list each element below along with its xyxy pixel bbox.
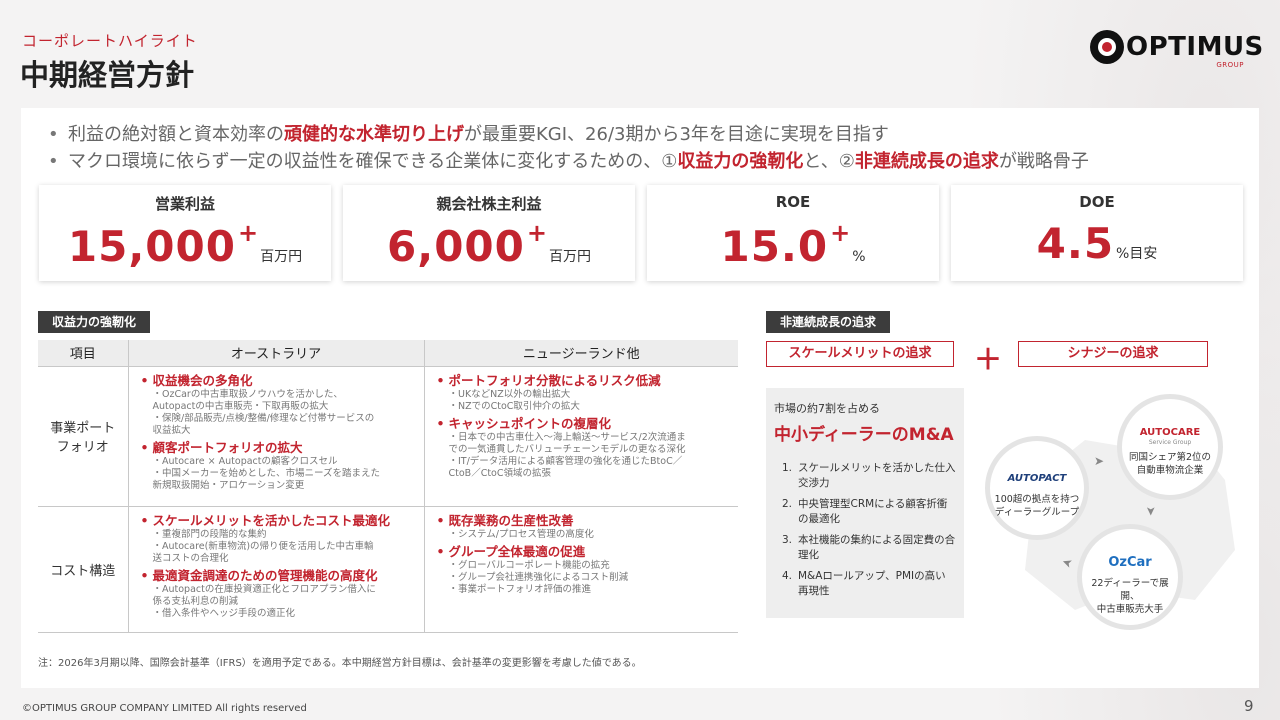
ozcar-circle: OzCar 22ディーラーで展開、 中古車販売大手 — [1077, 524, 1183, 630]
point-detail: ・保険/部品販売/点検/整備/修理など付帯サービスの — [152, 412, 375, 424]
kpi-plus: + — [830, 219, 851, 247]
point-detail: ・グループ会社連携強化によるコスト削減 — [448, 571, 629, 583]
kpi-label: DOE — [1079, 193, 1115, 211]
bullet-2: マクロ環境に依らず一定の収益性を確保できる企業体に変化するための、①収益力の強靭… — [48, 148, 1089, 175]
point-detail: ・Autocare(新車物流)の帰り便を活用した中古車輸 — [152, 540, 374, 552]
point-detail: ・日本での中古車仕入～海上輸送～サービス/2次流通ま — [448, 431, 686, 443]
kpi-plus: + — [526, 219, 547, 247]
arrow-down-icon: ➤ — [1144, 505, 1159, 517]
scale-merit-tag: スケールメリットの追求 — [766, 341, 954, 367]
autocare-circle: AUTOCARE Service Group 同国シェア第2位の 自動車物流企業 — [1117, 394, 1223, 500]
kpi-roe: ROE 15.0+% — [647, 185, 939, 281]
optimus-logo: OPTIMUS GROUP — [1088, 28, 1263, 72]
list-item: 4. M&Aロールアップ、PMIの高い再現性 — [782, 570, 946, 597]
col-header-nz: ニュージーランド他 — [423, 340, 738, 366]
point-detail: ・OzCarの中古車取扱ノウハウを活かした、 — [152, 388, 343, 400]
autocare-logo-sub: Service Group — [1148, 439, 1192, 446]
kpi-operating-profit: 営業利益 15,000+百万円 — [39, 185, 331, 281]
kpi-label: 営業利益 — [154, 195, 215, 213]
point-heading: ポートフォリオ分散によるリスク低減 — [435, 373, 733, 389]
point-detail: ・重複部門の段階的な集約 — [152, 528, 267, 540]
kpi-net-profit: 親会社株主利益 6,000+百万円 — [343, 185, 635, 281]
col-header-item: 項目 — [38, 340, 128, 366]
kpi-label: 親会社株主利益 — [436, 195, 542, 213]
arrow-right-icon: ➤ — [1094, 454, 1105, 468]
kpi-plus: + — [237, 219, 259, 247]
list-item: 2. 中央管理型CRMによる顧客折衝の最適化 — [782, 498, 948, 525]
plus-sign: ＋ — [974, 343, 1003, 376]
point-detail: ・IT/データ活用による顧客管理の強化を通じたBtoC／ — [448, 455, 683, 467]
autocare-desc: 同国シェア第2位の 自動車物流企業 — [1128, 452, 1212, 476]
page-title: 中期経営方針 — [20, 58, 195, 92]
point-detail: での一気通貫したバリューチェーンモデルの更なる深化 — [448, 443, 686, 455]
mna-list: 1. スケールメリットを活かした仕入交渉力 2. 中央管理型CRMによる顧客折衝の最… — [774, 461, 956, 599]
point-detail: ・Autopactの在庫投資適正化とフロアプラン借入に — [152, 583, 376, 595]
point-detail: ・中国メーカーを始めとした、市場ニーズを踏まえた — [152, 467, 381, 479]
point-heading: グループ全体最適の促進 — [435, 544, 733, 560]
bullet-1: 利益の絶対額と資本効率の頑健的な水準切り上げが最重要KGI、26/3期から3年を… — [48, 121, 1089, 148]
point-detail: ・借入条件やヘッジ手段の適正化 — [152, 607, 296, 619]
mna-box: 市場の約7割を占める 中小ディーラーのM&A 1. スケールメリットを活かした仕入… — [766, 388, 964, 618]
point-detail: ・NZでのCtoC取引仲介の拡大 — [448, 400, 580, 412]
point-detail: CtoB／CtoC領域の拡張 — [448, 467, 552, 479]
table-row: 事業ポート フォリオ 収益機会の多角化 ・OzCarの中古車取扱ノウハウを活かし… — [38, 365, 738, 506]
mna-intro: 市場の約7割を占める — [774, 402, 880, 415]
kpi-label: ROE — [775, 193, 811, 211]
strengthen-tag: 収益力の強靭化 — [38, 311, 151, 333]
point-heading: 収益機会の多角化 — [139, 373, 418, 389]
point-detail: Autopactの中古車販売・下取再販の拡大 — [152, 400, 329, 412]
point-detail: 新規取扱開始・アロケーション変更 — [152, 479, 305, 491]
kpi-value: 15.0 — [720, 222, 829, 271]
col-header-australia: オーストラリア — [127, 340, 424, 366]
point-detail: 係る支払利息の削減 — [152, 595, 239, 607]
footnote: 注：2026年3月期以降、国際会計基準（IFRS）を適用予定である。本中期経営方… — [38, 658, 642, 669]
point-heading: スケールメリットを活かしたコスト最適化 — [139, 513, 418, 529]
kpi-unit: 百万円 — [260, 249, 303, 265]
synergy-tag: シナジーの追求 — [1018, 341, 1208, 367]
ozcar-logo: OzCar — [1108, 555, 1152, 570]
kpi-unit: 百万円 — [548, 249, 591, 265]
autopact-desc: 100超の拠点を持つ ディーラーグループ — [994, 494, 1080, 518]
optimus-mark-icon — [1090, 30, 1124, 64]
point-detail: ・システム/プロセス管理の高度化 — [448, 528, 594, 540]
point-heading: 最適資金調達のための管理機能の高度化 — [139, 568, 418, 584]
point-detail: 収益拡大 — [152, 424, 191, 436]
point-heading: キャッシュポイントの複層化 — [435, 416, 733, 432]
row-label: 事業ポート フォリオ — [38, 365, 128, 506]
autocare-logo: AUTOCARE — [1139, 427, 1201, 438]
kpi-value: 6,000 — [387, 222, 525, 271]
logo-wordmark: OPTIMUS — [1126, 32, 1264, 62]
kpi-value: 15,000 — [67, 222, 236, 271]
point-heading: 既存業務の生産性改善 — [435, 513, 733, 529]
section-label: コーポレートハイライト — [22, 32, 198, 50]
autopact-logo: AUTOPACT — [1007, 473, 1067, 484]
point-heading: 顧客ポートフォリオの拡大 — [139, 440, 418, 456]
kpi-unit: % — [852, 249, 866, 265]
kpi-unit: %目安 — [1116, 246, 1158, 262]
ozcar-desc: 22ディーラーで展開、 中古車販売大手 — [1091, 578, 1169, 615]
point-detail: ・事業ポートフォリオ評価の推進 — [448, 583, 592, 595]
list-item: 3. 本社機能の集約による固定費の合理化 — [782, 534, 956, 561]
copyright: ©OPTIMUS GROUP COMPANY LIMITED All right… — [22, 703, 307, 714]
point-detail: 送コストの合理化 — [152, 552, 229, 564]
mna-headline: 中小ディーラーのM&A — [774, 425, 954, 445]
table-row: コスト構造 スケールメリットを活かしたコスト最適化 ・重複部門の段階的な集約 ・… — [38, 505, 738, 633]
page-number: 9 — [1244, 697, 1254, 715]
point-detail: ・Autocare × Autopactの顧客クロスセル — [152, 455, 338, 467]
kpi-value: 4.5 — [1036, 219, 1115, 268]
row-label: コスト構造 — [38, 505, 128, 633]
strategy-table: 項目 オーストラリア ニュージーランド他 事業ポート フォリオ 収益機会の多角化… — [38, 340, 738, 633]
list-item: 1. スケールメリットを活かした仕入交渉力 — [782, 462, 956, 489]
kpi-doe: DOE 4.5 %目安 — [951, 185, 1243, 281]
autopact-circle: AUTOPACT 100超の拠点を持つ ディーラーグループ — [985, 436, 1089, 540]
summary-bullets: 利益の絶対額と資本効率の頑健的な水準切り上げが最重要KGI、26/3期から3年を… — [48, 121, 1089, 175]
growth-tag: 非連続成長の追求 — [766, 311, 891, 333]
point-detail: ・UKなどNZ以外の輸出拡大 — [448, 388, 571, 400]
point-detail: ・グローバルコーポレート機能の拡充 — [448, 559, 610, 571]
logo-subtext: GROUP — [1216, 61, 1244, 69]
